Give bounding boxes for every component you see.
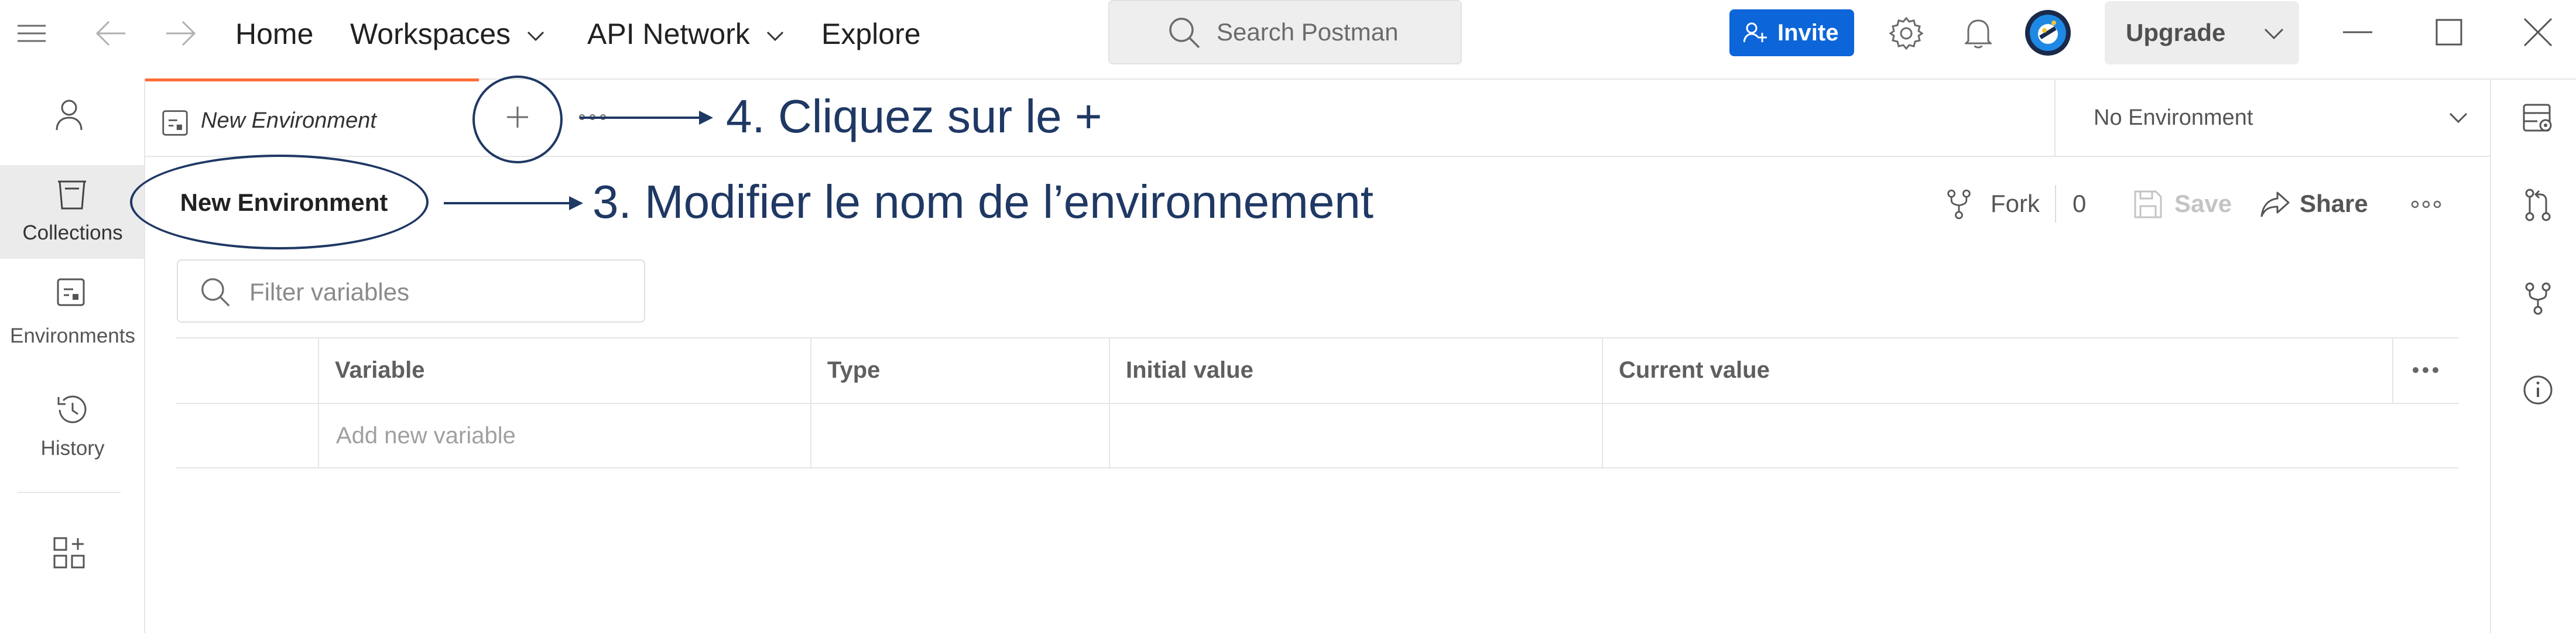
column-divider: [2392, 337, 2393, 403]
tab-title: New Environment: [201, 108, 376, 133]
invite-label: Invite: [1777, 20, 1839, 46]
fork-label: Fork: [1991, 190, 2040, 217]
environment-selector-value: No Environment: [2094, 105, 2253, 130]
apps-add-icon[interactable]: [53, 536, 85, 569]
annotation-arrow: [444, 194, 584, 212]
save-label: Save: [2174, 190, 2232, 217]
more-options-icon[interactable]: [2411, 200, 2441, 208]
filter-variables-input[interactable]: Filter variables: [177, 259, 645, 323]
environment-quick-look-icon[interactable]: [2522, 103, 2555, 134]
annotation-arrow: [580, 109, 714, 126]
sidebar-item-environments[interactable]: Environments: [0, 278, 144, 360]
search-icon: [201, 278, 230, 307]
user-icon[interactable]: [55, 98, 83, 131]
annotation-plus-circle: [472, 76, 563, 163]
info-icon[interactable]: [2523, 375, 2553, 405]
sidebar-item-history[interactable]: History: [0, 395, 144, 471]
column-divider: [1109, 337, 1110, 468]
nav-explore[interactable]: Explore: [821, 16, 921, 52]
table-options-icon[interactable]: [2412, 367, 2439, 374]
annotation-name-ellipse: [130, 155, 429, 249]
table-row[interactable]: Add new variable: [319, 404, 810, 467]
add-new-variable-placeholder: Add new variable: [336, 423, 516, 449]
add-user-icon: [1743, 22, 1767, 43]
back-arrow-icon[interactable]: [95, 20, 126, 47]
column-divider: [1602, 337, 1603, 468]
column-divider: [810, 337, 811, 468]
close-icon[interactable]: [2523, 18, 2553, 47]
right-sidebar: [2490, 78, 2576, 633]
annotation-step4: 4. Cliquez sur le +: [726, 90, 1102, 142]
chevron-down-icon: [2264, 28, 2284, 40]
maximize-icon[interactable]: [2435, 19, 2462, 46]
table-border: [176, 467, 2459, 468]
tab-new-environment[interactable]: New Environment: [145, 78, 479, 156]
environment-icon: [57, 278, 85, 306]
forward-arrow-icon[interactable]: [165, 20, 197, 47]
variables-table: Variable Type Initial value Current valu…: [176, 337, 2459, 468]
upgrade-label: Upgrade: [2126, 19, 2226, 46]
search-placeholder: Search Postman: [1217, 18, 1399, 46]
environment-selector[interactable]: No Environment: [2056, 78, 2489, 156]
filter-placeholder: Filter variables: [249, 278, 410, 306]
pull-request-icon[interactable]: [2524, 189, 2552, 221]
annotation-step3: 3. Modifier le nom de l’environnement: [592, 176, 1374, 228]
nav-workspaces[interactable]: Workspaces: [350, 16, 544, 52]
avatar[interactable]: [2025, 9, 2071, 56]
nav-api-network[interactable]: API Network: [587, 16, 784, 52]
chevron-down-icon: [2449, 112, 2468, 123]
history-icon: [57, 395, 87, 423]
menu-icon[interactable]: [16, 25, 47, 42]
search-box[interactable]: Search Postman: [1108, 0, 1462, 64]
save-icon: [2134, 190, 2162, 218]
sidebar-item-label: Environments: [10, 324, 135, 347]
top-bar: Home Workspaces API Network Explore Sear…: [0, 0, 2576, 80]
fork-count: 0: [2073, 190, 2087, 217]
fork-icon: [1947, 189, 1971, 220]
left-sidebar: Collections Environments History: [0, 78, 145, 633]
sidebar-divider: [18, 492, 121, 493]
column-header-type: Type: [827, 357, 881, 383]
share-icon: [2260, 191, 2290, 217]
chevron-down-icon: [766, 31, 783, 41]
trash-icon: [58, 180, 86, 210]
share-label: Share: [2300, 190, 2368, 217]
upgrade-button[interactable]: Upgrade: [2105, 1, 2299, 64]
bell-icon[interactable]: [1965, 16, 1992, 49]
invite-button[interactable]: Invite: [1729, 9, 1854, 56]
chevron-down-icon: [527, 31, 544, 41]
environment-icon: [162, 110, 188, 136]
column-header-variable: Variable: [335, 357, 425, 383]
divider: [2055, 185, 2056, 223]
minimize-icon[interactable]: [2343, 30, 2372, 34]
column-header-initial-value: Initial value: [1126, 357, 1253, 383]
settings-icon[interactable]: [1889, 16, 1923, 50]
fork-icon[interactable]: [2524, 282, 2552, 315]
sidebar-item-collections[interactable]: Collections: [0, 165, 144, 259]
nav-api-network-label: API Network: [587, 18, 750, 50]
table-border: [176, 337, 2459, 338]
search-icon: [1169, 18, 1200, 49]
sidebar-item-label: History: [40, 437, 105, 460]
nav-home[interactable]: Home: [235, 16, 313, 52]
sidebar-item-label: Collections: [22, 221, 123, 244]
column-header-current-value: Current value: [1619, 357, 1770, 383]
nav-workspaces-label: Workspaces: [350, 18, 511, 50]
